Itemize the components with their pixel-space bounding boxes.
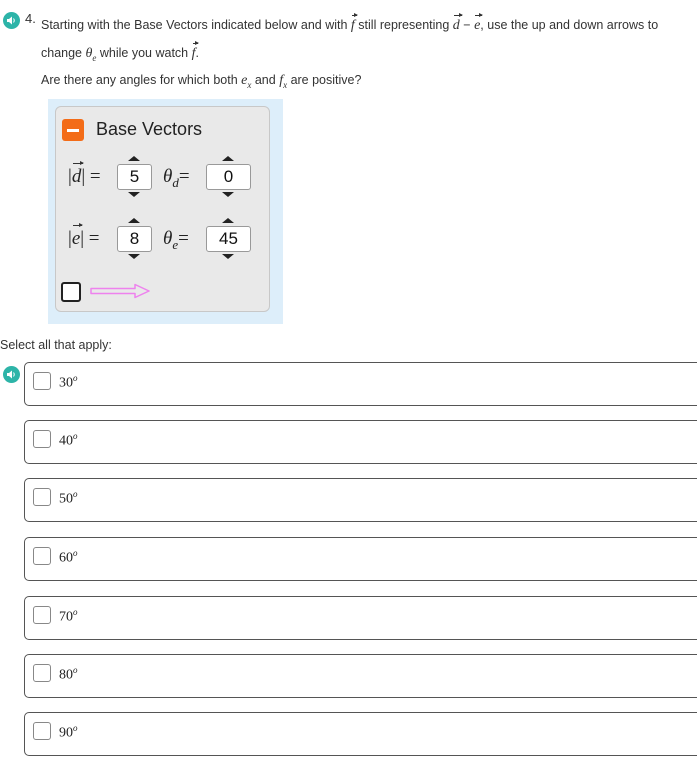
minus-symbol: −: [463, 18, 471, 32]
option-label: 70o: [59, 607, 78, 625]
theta-e-input[interactable]: 45: [206, 226, 251, 252]
question-number: 4.: [25, 11, 36, 26]
theta-e-down-arrow[interactable]: [222, 254, 234, 259]
question-line-1: Starting with the Base Vectors indicated…: [41, 13, 659, 34]
question-text: Are there any angles for which both: [41, 73, 238, 87]
speaker-icon[interactable]: [3, 366, 20, 383]
question-text: while you watch: [99, 46, 189, 60]
speaker-icon[interactable]: [3, 12, 20, 29]
theta-d-up-arrow[interactable]: [222, 156, 234, 161]
option-label: 40o: [59, 431, 78, 449]
option-checkbox[interactable]: [33, 606, 51, 624]
theta-d-down-arrow[interactable]: [222, 192, 234, 197]
vector-f-symbol: f: [350, 13, 358, 33]
ex-symbol: ex: [241, 73, 252, 90]
question-text: still representing: [358, 18, 450, 32]
question-text: and: [254, 73, 276, 87]
answer-option[interactable]: 70o: [24, 596, 697, 640]
theta-d-input[interactable]: 0: [206, 164, 251, 190]
answer-option[interactable]: 30o: [24, 362, 697, 406]
answer-option[interactable]: 40o: [24, 420, 697, 464]
d-magnitude-down-arrow[interactable]: [128, 192, 140, 197]
e-magnitude-down-arrow[interactable]: [128, 254, 140, 259]
fx-symbol: fx: [279, 73, 288, 90]
d-magnitude-input[interactable]: 5: [117, 164, 152, 190]
d-magnitude-label: |d| =: [68, 161, 101, 187]
option-label: 50o: [59, 489, 78, 507]
e-magnitude-label: |e| =: [68, 223, 100, 249]
question-line-3: Are there any angles for which both ex a…: [41, 73, 361, 90]
option-label: 60o: [59, 548, 78, 566]
option-label: 90o: [59, 723, 78, 741]
widget-title: Base Vectors: [96, 119, 203, 139]
option-label: 80o: [59, 665, 78, 683]
option-checkbox[interactable]: [33, 722, 51, 740]
period: .: [195, 46, 199, 60]
option-checkbox[interactable]: [33, 430, 51, 448]
select-instruction: Select all that apply:: [0, 338, 112, 352]
question-line-2: change θe while you watch f.: [41, 41, 199, 63]
option-checkbox[interactable]: [33, 664, 51, 682]
answer-option[interactable]: 90o: [24, 712, 697, 756]
option-checkbox[interactable]: [33, 372, 51, 390]
question-text: change: [41, 46, 83, 60]
question-text: Starting with the Base Vectors indicated…: [41, 18, 348, 32]
speaker-glyph: [7, 16, 15, 25]
vector-f-symbol: f: [191, 41, 199, 61]
answer-option[interactable]: 60o: [24, 537, 697, 581]
vector-d-symbol: d: [452, 13, 463, 33]
question-text: are positive?: [290, 73, 362, 87]
option-label: 30o: [59, 373, 78, 391]
e-magnitude-input[interactable]: 8: [117, 226, 152, 252]
vector-arrow-icon: [90, 283, 150, 299]
vector-e-symbol: e: [474, 13, 484, 33]
e-magnitude-up-arrow[interactable]: [128, 218, 140, 223]
show-vector-checkbox[interactable]: [61, 282, 81, 302]
theta-e-label: θe=: [163, 228, 189, 252]
collapse-button[interactable]: [62, 119, 84, 141]
option-checkbox[interactable]: [33, 488, 51, 506]
theta-symbol: θe: [85, 46, 97, 63]
answer-option[interactable]: 50o: [24, 478, 697, 522]
theta-e-up-arrow[interactable]: [222, 218, 234, 223]
answer-option[interactable]: 80o: [24, 654, 697, 698]
d-magnitude-up-arrow[interactable]: [128, 156, 140, 161]
question-text: , use the up and down arrows to: [480, 18, 659, 32]
option-checkbox[interactable]: [33, 547, 51, 565]
theta-d-label: θd=: [163, 166, 190, 190]
speaker-glyph: [7, 370, 15, 379]
